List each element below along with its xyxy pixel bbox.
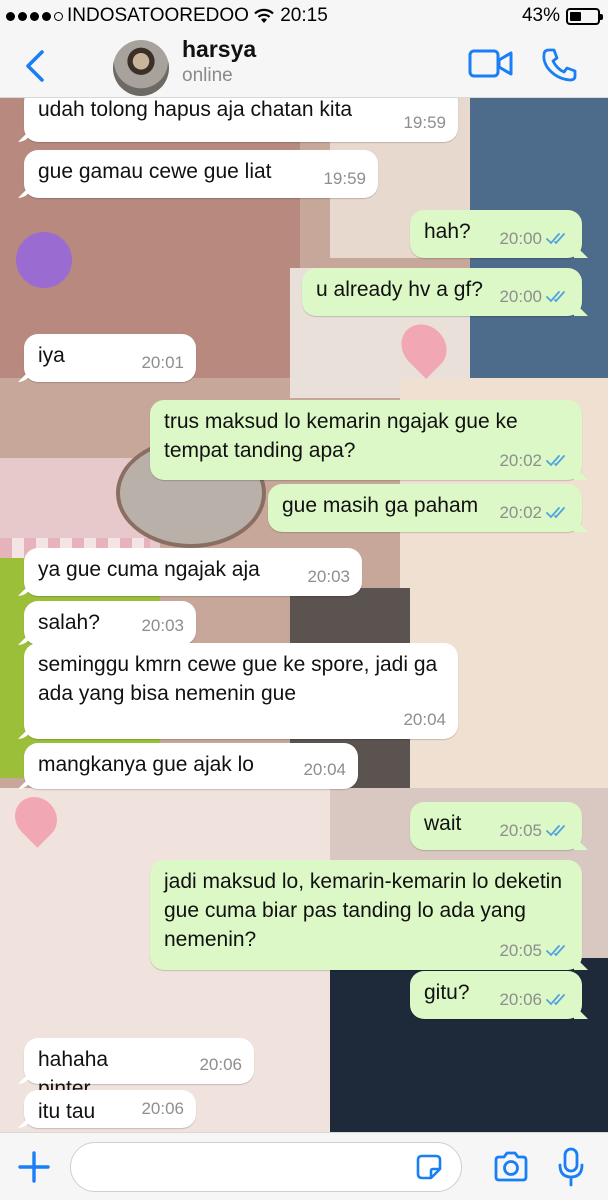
voice-call-button[interactable] <box>540 46 578 84</box>
message-meta: 20:06 <box>141 1094 184 1123</box>
double-check-icon <box>546 232 565 244</box>
message-meta: 19:59 <box>323 164 366 193</box>
back-chevron-icon <box>26 50 44 82</box>
attach-button[interactable] <box>16 1149 52 1185</box>
message-meta: 20:03 <box>307 562 350 591</box>
double-check-icon <box>546 824 565 836</box>
message-text: gue masih ga paham <box>282 494 479 517</box>
message-text: udah tolong hapus aja chatan kita <box>38 98 353 121</box>
message-meta: 20:06 <box>199 1050 242 1079</box>
plus-icon <box>18 1151 50 1183</box>
outgoing-message[interactable]: hah? 20:00 <box>410 210 582 258</box>
incoming-message[interactable]: udah tolong hapus aja chatan kita 19:59 <box>24 98 458 142</box>
incoming-message[interactable]: salah? 20:03 <box>24 601 196 645</box>
message-timestamp: 20:04 <box>303 760 346 779</box>
double-check-icon <box>546 290 565 302</box>
incoming-message[interactable]: hahaha pinter 20:06 <box>24 1038 254 1100</box>
outgoing-message[interactable]: jadi maksud lo, kemarin-kemarin lo deket… <box>150 860 582 970</box>
message-meta: 20:00 <box>499 282 570 311</box>
double-check-icon <box>546 993 565 1005</box>
message-timestamp: 19:59 <box>403 113 446 132</box>
camera-button[interactable] <box>492 1150 530 1184</box>
incoming-message[interactable]: seminggu kmrn cewe gue ke spore, jadi ga… <box>24 643 458 739</box>
contact-avatar[interactable] <box>113 40 169 96</box>
battery-level <box>570 11 582 21</box>
message-text: itu tau <box>38 1100 96 1123</box>
outgoing-message[interactable]: gitu? 20:06 <box>410 971 582 1019</box>
message-timestamp: 20:06 <box>499 990 542 1009</box>
message-text: trus maksud lo kemarin ngajak gue ke tem… <box>164 410 518 462</box>
message-timestamp: 20:06 <box>199 1055 242 1074</box>
message-meta: 20:00 <box>499 224 570 253</box>
incoming-message[interactable]: ya gue cuma ngajak aja 20:03 <box>24 548 362 596</box>
outgoing-message[interactable]: gue masih ga paham 20:02 <box>268 484 582 532</box>
message-text: gue gamau cewe gue liat <box>38 160 272 183</box>
contact-status: online <box>182 65 233 86</box>
message-timestamp: 20:00 <box>499 287 542 306</box>
message-text: gitu? <box>424 981 470 1004</box>
message-text: mangkanya gue ajak lo <box>38 753 254 776</box>
message-text: hah? <box>424 220 471 243</box>
message-text: u already hv a gf? <box>316 278 483 301</box>
chat-header: harsya online <box>0 34 608 98</box>
message-timestamp: 19:59 <box>323 169 366 188</box>
battery-group: 43% <box>521 5 603 27</box>
message-meta: 20:05 <box>499 936 570 965</box>
message-meta: 20:04 <box>403 705 446 734</box>
message-meta: 20:01 <box>141 348 184 377</box>
back-button[interactable] <box>18 44 52 88</box>
message-meta: 20:05 <box>499 816 570 845</box>
video-call-icon <box>468 49 513 78</box>
camera-icon <box>494 1151 528 1182</box>
outgoing-message[interactable]: trus maksud lo kemarin ngajak gue ke tem… <box>150 400 582 480</box>
incoming-message[interactable]: gue gamau cewe gue liat 19:59 <box>24 150 378 198</box>
incoming-message[interactable]: iya 20:01 <box>24 334 196 382</box>
composer-bar <box>0 1132 608 1200</box>
message-timestamp: 20:03 <box>307 567 350 586</box>
video-call-button[interactable] <box>468 48 514 80</box>
message-timestamp: 20:03 <box>141 616 184 635</box>
microphone-icon <box>558 1147 584 1187</box>
microphone-button[interactable] <box>556 1147 586 1187</box>
message-text: iya <box>38 344 65 367</box>
contact-name[interactable]: harsya <box>182 36 256 63</box>
double-check-icon <box>546 944 565 956</box>
message-timestamp: 20:02 <box>499 503 542 522</box>
phone-call-icon <box>542 48 577 82</box>
message-timestamp: 20:04 <box>403 710 446 729</box>
message-meta: 20:03 <box>141 611 184 640</box>
message-timestamp: 20:00 <box>499 229 542 248</box>
message-timestamp: 20:02 <box>499 451 542 470</box>
message-text: seminggu kmrn cewe gue ke spore, jadi ga… <box>38 653 438 705</box>
double-check-icon <box>546 454 565 466</box>
message-meta: 20:06 <box>499 985 570 1014</box>
battery-icon <box>566 7 603 25</box>
message-text: ya gue cuma ngajak aja <box>38 558 260 581</box>
message-timestamp: 20:05 <box>499 941 542 960</box>
sticker-icon <box>416 1154 442 1180</box>
message-meta: 20:02 <box>499 498 570 527</box>
status-bar: INDOSATOOREDOO 20:15 43% <box>0 0 608 34</box>
incoming-message[interactable]: mangkanya gue ajak lo 20:04 <box>24 743 358 789</box>
message-input[interactable] <box>70 1142 462 1192</box>
clock: 20:15 <box>280 5 328 26</box>
battery-percentage: 43% <box>521 5 560 26</box>
incoming-message[interactable]: itu tau 20:06 <box>24 1090 196 1128</box>
sticker-button[interactable] <box>414 1152 444 1182</box>
outgoing-message[interactable]: wait 20:05 <box>410 802 582 850</box>
message-text: salah? <box>38 611 100 634</box>
outgoing-message[interactable]: u already hv a gf? 20:00 <box>302 268 582 316</box>
message-timestamp: 20:05 <box>499 821 542 840</box>
message-text: wait <box>424 812 462 835</box>
chat-area[interactable]: udah tolong hapus aja chatan kita 19:59 gu… <box>0 98 608 1132</box>
wallpaper-sticker-badge <box>16 232 72 288</box>
message-timestamp: 20:06 <box>141 1099 184 1118</box>
message-meta: 19:59 <box>403 108 446 137</box>
message-meta: 20:02 <box>499 446 570 475</box>
message-meta: 20:04 <box>303 755 346 784</box>
message-timestamp: 20:01 <box>141 353 184 372</box>
double-check-icon <box>546 506 565 518</box>
